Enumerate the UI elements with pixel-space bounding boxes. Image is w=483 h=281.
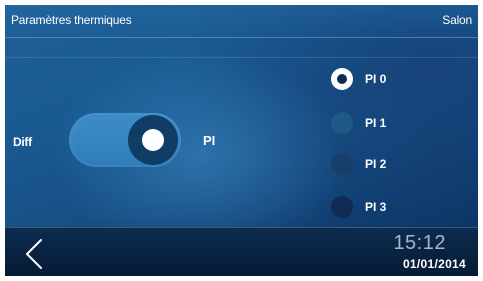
back-button[interactable] (23, 238, 47, 270)
radio-unselected-icon (331, 153, 353, 175)
clock-time: 15:12 (393, 232, 446, 254)
radio-label: PI 1 (365, 116, 387, 130)
header-bar: Paramètres thermiques Salon (5, 5, 478, 38)
page-title: Paramètres thermiques (11, 13, 132, 27)
pi-mode-label: PI (203, 133, 216, 148)
room-label: Salon (442, 13, 472, 27)
divider (5, 57, 478, 58)
toggle-knob (128, 115, 178, 165)
radio-pi-1[interactable]: PI 1 (331, 112, 431, 136)
chevron-left-icon (26, 239, 42, 269)
radio-label: PI 2 (365, 157, 387, 171)
radio-label: PI 0 (365, 72, 387, 86)
diff-label: Diff (13, 135, 32, 149)
radio-pi-0[interactable]: PI 0 (331, 68, 431, 92)
radio-pi-2[interactable]: PI 2 (331, 153, 431, 177)
clock-date: 01/01/2014 (402, 257, 466, 271)
radio-label: PI 3 (365, 200, 387, 214)
thermal-settings-screen: Paramètres thermiques Salon Diff PI PI 0… (5, 5, 478, 276)
radio-unselected-icon (331, 196, 353, 218)
radio-unselected-icon (331, 112, 353, 134)
toggle-knob-center (142, 129, 164, 151)
diff-pi-toggle[interactable] (69, 113, 181, 167)
radio-selected-icon (331, 68, 353, 90)
footer-bar: 15:12 01/01/2014 (5, 227, 478, 276)
radio-pi-3[interactable]: PI 3 (331, 196, 431, 220)
